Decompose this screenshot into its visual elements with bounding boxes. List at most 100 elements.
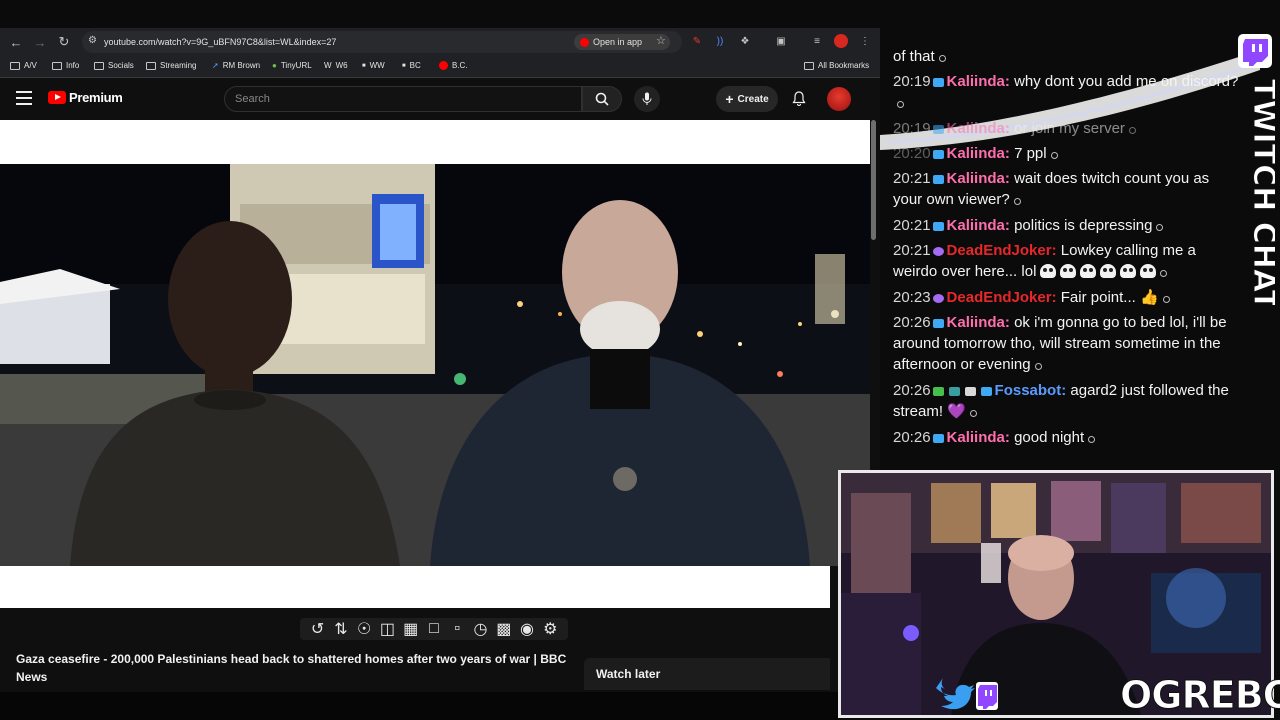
skull-emote-icon [1080,264,1097,278]
subscriber-badge-icon [932,222,944,231]
bookmark-ww[interactable]: ■ WW [362,61,385,70]
chat-message: 20:20 Kaliinda: 7 ppl [893,143,1239,164]
notifications-bell-icon[interactable] [790,90,808,108]
chat-message: 20:26 Kaliinda: ok i'm gonna go to bed lo… [893,312,1239,375]
chat-username: DeadEndJoker: [946,242,1057,259]
chat-tail-icon [1162,296,1170,303]
menu-icon[interactable] [16,91,32,105]
bookmark-bc[interactable]: ■ BC [402,61,421,70]
chat-message: 20:26 Fossabot: agard2 just followed the … [893,380,1239,422]
folder-icon [94,61,104,70]
media-controls-icon[interactable]: ≡ [810,34,824,48]
chat-text: of that [893,48,935,65]
watch-later-playlist-header[interactable]: Watch later [584,658,830,690]
chat-message: of that [893,46,1239,67]
bookmark-tinyurl[interactable]: ● TinyURL [272,61,312,70]
speed-icon[interactable]: ◷ [472,621,488,638]
voice-search-button[interactable] [634,86,660,112]
folder-icon [804,61,814,70]
bookmarks-bar: A/V Info Socials Streaming ➚ RM Brown ● Ti… [0,56,880,78]
cinema-mode-icon[interactable]: ◫ [379,621,395,638]
chat-timestamp: 20:26 [893,382,931,399]
forward-icon[interactable]: → [28,30,52,54]
chat-message: 20:23 DeadEndJoker: Fair point... 👍 [893,287,1239,308]
chat-text: Fair point... 👍 [1060,289,1159,306]
chat-timestamp: 20:19 [893,73,931,90]
chat-text: 7 ppl [1014,145,1047,162]
twitch-chat-label: TWITCH CHAT [1246,79,1275,305]
open-in-app-label: Open in app [593,37,643,47]
desktop-background-strip [0,692,838,720]
skull-emote-icon [1040,264,1057,278]
verified-bot-badge-icon [932,387,944,396]
bookmark-b-c[interactable]: B.C. [439,61,468,70]
site-favicon-icon: ● [272,61,277,70]
subscriber-badge-icon [932,434,944,443]
chat-message: 20:19 Kaliinda: why dont you add me on di… [893,71,1239,113]
twitch-chat-vertical-label: TWITCH CHAT [1246,79,1276,306]
screenshot-camera-icon[interactable]: ◉ [519,621,535,638]
reload-icon[interactable]: ↻ [52,30,76,54]
url-text: youtube.com/watch?v=9G_uBFN97C8&list=WL&… [104,37,337,47]
chat-username: DeadEndJoker: [946,289,1057,306]
search-button[interactable] [582,86,622,112]
profile-avatar-icon[interactable] [834,34,848,48]
browser-window: ← → ↻ ⚙ youtube.com/watch?v=9G_uBFN97C8&… [0,28,880,692]
address-bar[interactable]: ⚙ youtube.com/watch?v=9G_uBFN97C8&list=W… [82,31,682,53]
youtube-logo[interactable]: Premium [48,90,123,105]
chat-timestamp: 20:26 [893,314,931,331]
skull-emote-icon [1140,264,1157,278]
bookmark-info[interactable]: Info [52,61,79,70]
chat-tail-icon [1128,127,1136,134]
page-scrollbar[interactable] [871,120,876,240]
create-button[interactable]: + Create [716,86,778,112]
all-bookmarks[interactable]: All Bookmarks [804,61,869,70]
chat-message: 20:26 Kaliinda: good night [893,427,1239,448]
site-favicon-icon: W [324,61,332,70]
extension-pen-icon[interactable]: ✎ [690,34,704,48]
create-label: Create [737,93,769,105]
picture-in-picture-icon[interactable]: ▩ [496,621,512,638]
chat-text: good night [1014,429,1085,446]
audio-wave-icon[interactable]: ☉ [356,621,372,638]
tab-search-icon[interactable]: ▣ [774,34,788,48]
extension-audio-icon[interactable]: )) [713,34,727,48]
site-info-icon[interactable]: ⚙ [88,35,100,47]
chat-username: Kaliinda: [946,145,1010,162]
bookmark-socials[interactable]: Socials [94,61,134,70]
site-favicon-icon: ➚ [212,61,219,70]
chat-timestamp: 20:21 [893,170,931,187]
settings-gear-icon[interactable]: ⚙ [542,621,558,638]
back-icon[interactable]: ← [4,30,28,54]
subscriber-badge-icon [932,175,944,184]
moderator-badge-icon [948,387,960,396]
bookmark-av[interactable]: A/V [10,61,37,70]
chat-tail-icon [1013,198,1021,205]
bookmark-streaming[interactable]: Streaming [146,61,196,70]
chat-text: why dont you add me on discord? [1014,73,1239,90]
heart-badge-icon [932,247,944,256]
fullscreen-icon[interactable]: □ [426,620,442,637]
video-letterbox-top [0,120,870,164]
site-favicon-icon: ■ [402,62,406,69]
chat-message: 20:19 Kaliinda: or join my server [893,118,1239,139]
bookmark-star-icon[interactable]: ☆ [656,34,666,47]
heart-badge-icon [932,294,944,303]
youtube-icon [580,37,589,47]
loop-icon[interactable]: ↺ [310,621,326,638]
clapper-icon[interactable]: ▦ [403,621,419,638]
bookmark-w6[interactable]: W W6 [324,61,348,70]
video-title[interactable]: Gaza ceasefire - 200,000 Palestinians he… [16,650,576,686]
chat-tail-icon [1050,152,1058,159]
chat-username: Kaliinda: [946,429,1010,446]
search-input[interactable]: Search [224,86,582,112]
youtube-play-icon [48,91,66,104]
video-player[interactable] [0,164,870,566]
extensions-puzzle-icon[interactable]: ❖ [738,34,752,48]
sort-icon[interactable]: ⇅ [333,621,349,638]
bookmark-rm-brown[interactable]: ➚ RM Brown [212,61,260,70]
mini-player-icon[interactable]: ▫ [449,620,465,637]
browser-menu-icon[interactable]: ⋮ [858,34,872,48]
account-avatar[interactable] [827,87,851,111]
skull-emote-icon [1100,264,1117,278]
